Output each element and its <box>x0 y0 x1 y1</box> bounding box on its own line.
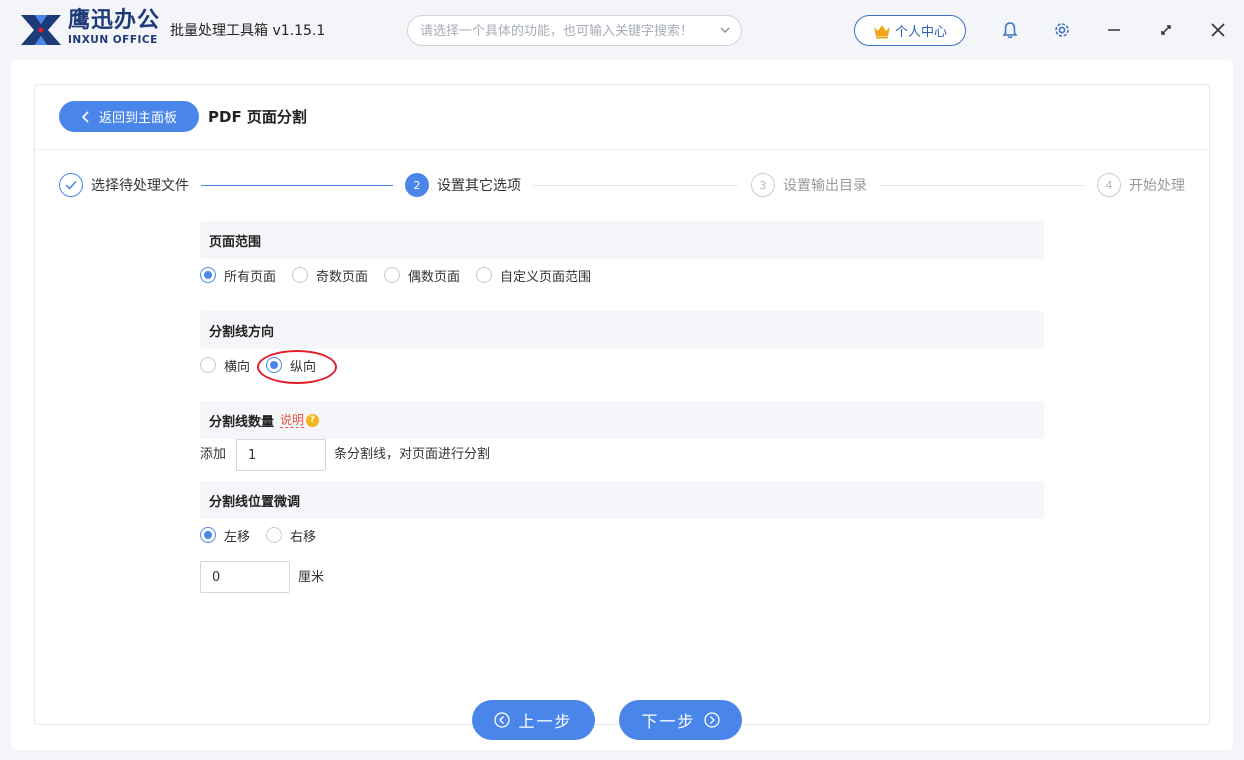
direction-options: 横向 纵向 <box>200 355 332 375</box>
step-output-dir: 3 设置输出目录 <box>751 173 867 197</box>
crown-icon <box>873 24 890 38</box>
line-count-input[interactable] <box>237 440 325 470</box>
chevron-left-icon <box>81 110 89 123</box>
brand-name: 鹰迅办公 <box>68 8 161 33</box>
radio-odd-pages[interactable]: 奇数页面 <box>292 266 368 285</box>
step-other-options: 2 设置其它选项 <box>405 173 521 197</box>
radio-move-right[interactable]: 右移 <box>266 526 316 545</box>
radio-custom-range[interactable]: 自定义页面范围 <box>476 266 591 285</box>
title-bar: 鹰迅办公 INXUN OFFICE 批量处理工具箱 v1.15.1 个人中心 <box>0 0 1244 60</box>
back-to-home-button[interactable]: 返回到主面板 <box>59 101 199 132</box>
help-link[interactable]: 说明 <box>280 413 305 428</box>
circle-chevron-right-icon <box>703 712 720 728</box>
offset-field[interactable] <box>200 561 290 593</box>
step-label: 设置输出目录 <box>783 178 867 194</box>
circle-chevron-left-icon <box>494 712 511 728</box>
section-fine-tune: 分割线位置微调 <box>200 481 1044 519</box>
check-icon <box>59 173 83 197</box>
radio-horizontal[interactable]: 横向 <box>200 356 250 375</box>
question-icon[interactable]: ? <box>306 413 320 427</box>
next-step-button[interactable]: 下一步 <box>619 700 742 740</box>
radio-move-left[interactable]: 左移 <box>200 526 250 545</box>
line-count-field[interactable] <box>236 439 326 471</box>
section-split-direction: 分割线方向 <box>200 311 1044 349</box>
section-line-count: 分割线数量 说明 ? <box>200 401 1044 439</box>
radio-all-pages[interactable]: 所有页面 <box>200 266 276 285</box>
search-input[interactable] <box>420 21 710 41</box>
section-page-range: 页面范围 <box>200 221 1044 259</box>
close-icon[interactable] <box>1207 19 1229 41</box>
radio-vertical[interactable]: 纵向 <box>266 356 316 375</box>
gear-icon[interactable] <box>1051 19 1073 41</box>
step-number: 2 <box>405 173 429 197</box>
app-title: 批量处理工具箱 v1.15.1 <box>170 23 326 39</box>
line-count-suffix: 条分割线，对页面进行分割 <box>334 447 491 462</box>
offset-input[interactable] <box>201 562 289 592</box>
step-number: 3 <box>751 173 775 197</box>
fine-tune-options: 左移 右移 <box>200 525 332 545</box>
step-connector <box>880 185 1085 186</box>
line-count-prefix: 添加 <box>200 447 227 462</box>
next-step-label: 下一步 <box>641 712 696 731</box>
main-panel: 返回到主面板 PDF 页面分割 选择待处理文件 2 设置其它选项 3 设置输出目… <box>11 60 1233 750</box>
step-label: 设置其它选项 <box>437 178 521 194</box>
header-divider <box>35 149 1209 150</box>
user-center-label: 个人中心 <box>894 25 947 40</box>
maximize-icon[interactable] <box>1155 19 1177 41</box>
brand-name-en: INXUN OFFICE <box>68 34 158 46</box>
step-connector <box>533 185 738 186</box>
prev-step-label: 上一步 <box>518 712 573 731</box>
page-range-options: 所有页面 奇数页面 偶数页面 自定义页面范围 <box>200 265 607 285</box>
function-search[interactable] <box>407 15 742 46</box>
tool-card: 返回到主面板 PDF 页面分割 选择待处理文件 2 设置其它选项 3 设置输出目… <box>34 84 1210 725</box>
step-label: 开始处理 <box>1129 178 1185 194</box>
step-number: 4 <box>1097 173 1121 197</box>
step-select-files: 选择待处理文件 <box>59 173 189 197</box>
minimize-icon[interactable] <box>1103 19 1125 41</box>
prev-step-button[interactable]: 上一步 <box>472 700 595 740</box>
user-center-button[interactable]: 个人中心 <box>854 15 966 46</box>
radio-even-pages[interactable]: 偶数页面 <box>384 266 460 285</box>
offset-unit: 厘米 <box>298 570 325 585</box>
step-connector-done <box>201 185 393 186</box>
bell-icon[interactable] <box>999 19 1021 41</box>
step-start: 4 开始处理 <box>1097 173 1185 197</box>
chevron-down-icon[interactable] <box>719 24 731 36</box>
page-title: PDF 页面分割 <box>208 108 307 126</box>
brand-logo-icon <box>21 15 61 45</box>
step-label: 选择待处理文件 <box>91 178 189 194</box>
back-label: 返回到主面板 <box>98 111 177 126</box>
